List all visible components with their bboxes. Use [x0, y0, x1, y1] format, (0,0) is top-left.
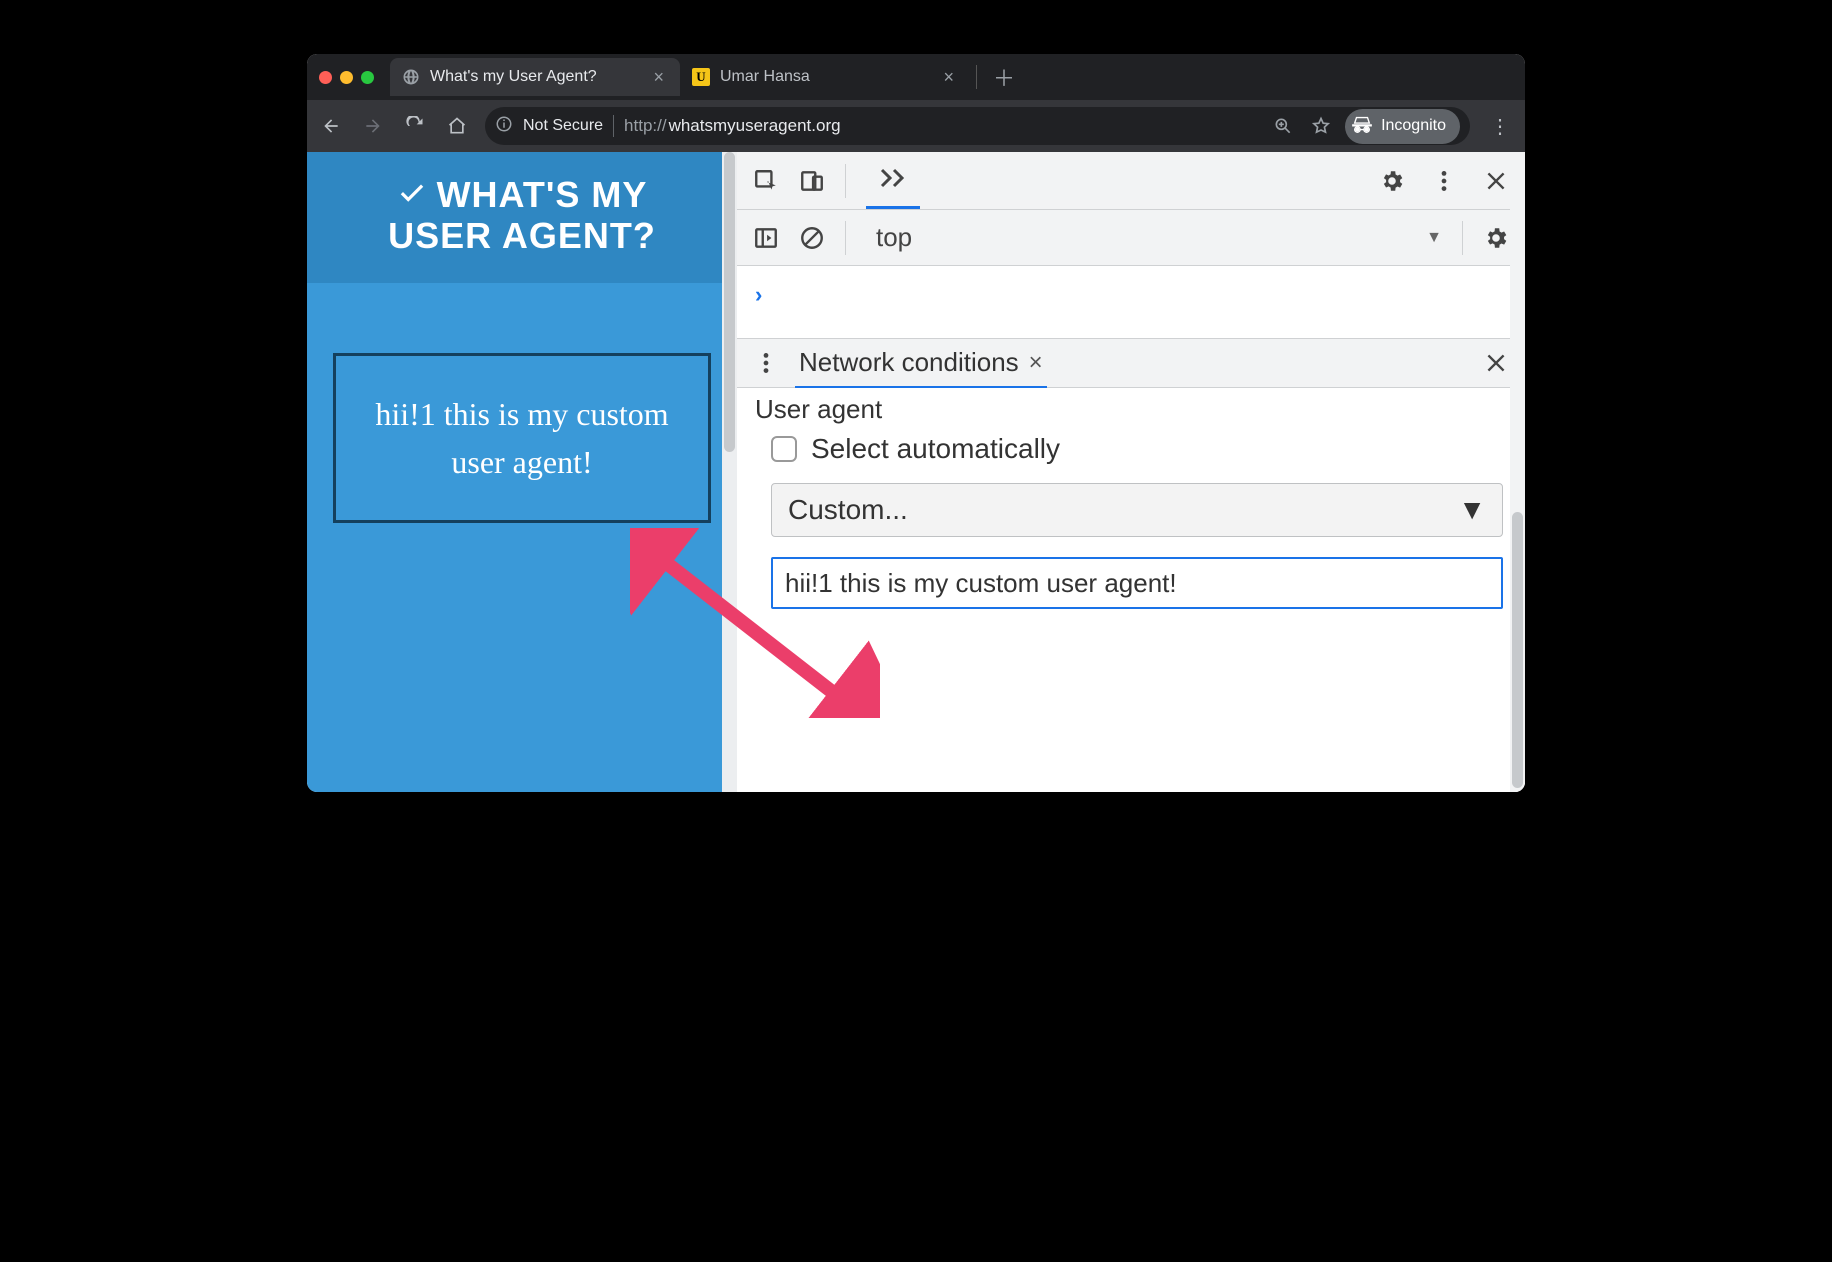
sidebar-toggle-icon[interactable] — [753, 225, 779, 251]
toolbar-separator — [845, 221, 846, 255]
scrollbar-thumb[interactable] — [724, 152, 735, 452]
select-automatically-row[interactable]: Select automatically — [751, 433, 1511, 465]
console-toolbar: top ▼ — [737, 210, 1525, 266]
reload-button[interactable] — [401, 112, 429, 140]
devtools-close-icon[interactable] — [1483, 168, 1509, 194]
toolbar-separator — [1462, 221, 1463, 255]
tab-whatsmyuseragent[interactable]: What's my User Agent? × — [390, 58, 680, 96]
window-zoom-button[interactable] — [361, 71, 374, 84]
url-protocol: http:// — [624, 116, 667, 136]
detected-user-agent-box: hii!1 this is my custom user agent! — [333, 353, 711, 523]
console-input-area[interactable]: › — [737, 266, 1525, 338]
drawer-tabbar: Network conditions × — [737, 338, 1525, 388]
select-automatically-checkbox[interactable] — [771, 436, 797, 462]
devtools-scrollbar[interactable] — [1510, 152, 1525, 792]
tab-close-button[interactable]: × — [649, 65, 668, 90]
site-info-icon[interactable] — [495, 115, 513, 138]
console-prompt-icon: › — [755, 282, 762, 308]
tab-close-button[interactable]: × — [939, 65, 958, 90]
clear-console-icon[interactable] — [799, 225, 825, 251]
url-display: http:// whatsmyuseragent.org — [624, 116, 841, 136]
browser-menu-button[interactable]: ⋮ — [1484, 114, 1515, 139]
favicon-u-icon: U — [692, 68, 710, 86]
drawer-tab-close-icon[interactable]: × — [1029, 349, 1043, 377]
drawer-tab-network-conditions[interactable]: Network conditions × — [795, 337, 1047, 389]
context-label: top — [876, 222, 912, 253]
url-host: whatsmyuseragent.org — [669, 116, 841, 136]
page-title-line2: USER AGENT? — [388, 215, 656, 256]
chevron-down-icon: ▼ — [1426, 229, 1442, 247]
content-area: WHAT'S MY USER AGENT? hii!1 this is my c… — [307, 152, 1525, 792]
user-agent-preset-select[interactable]: Custom... ▼ — [771, 483, 1503, 537]
device-toggle-icon[interactable] — [799, 168, 825, 194]
chevron-down-icon: ▼ — [1458, 494, 1486, 526]
section-title-user-agent: User agent — [755, 394, 1511, 425]
user-agent-input[interactable]: hii!1 this is my custom user agent! — [771, 557, 1503, 609]
security-status: Not Secure — [523, 117, 603, 135]
window-minimize-button[interactable] — [340, 71, 353, 84]
execution-context-selector[interactable]: top ▼ — [866, 222, 1442, 253]
tab-umarhansa[interactable]: U Umar Hansa × — [680, 58, 970, 96]
devtools-menu-icon[interactable] — [1425, 168, 1463, 194]
toolbar-separator — [845, 164, 846, 198]
browser-toolbar: Not Secure http:// whatsmyuseragent.org … — [307, 100, 1525, 152]
incognito-icon — [1351, 113, 1373, 140]
window-close-button[interactable] — [319, 71, 332, 84]
detected-user-agent-text: hii!1 this is my custom user agent! — [375, 396, 668, 480]
globe-icon — [402, 68, 420, 86]
devtools-panel: top ▼ › Network conditions × — [737, 152, 1525, 792]
bookmark-star-icon[interactable] — [1307, 112, 1335, 140]
user-agent-input-value: hii!1 this is my custom user agent! — [785, 568, 1177, 599]
scrollbar-thumb[interactable] — [1512, 512, 1523, 788]
tab-title: What's my User Agent? — [430, 68, 639, 86]
select-automatically-label: Select automatically — [811, 433, 1060, 465]
network-conditions-pane: User agent Select automatically Custom..… — [737, 388, 1525, 792]
new-tab-button[interactable]: ＋ — [983, 61, 1025, 93]
tab-strip: What's my User Agent? × U Umar Hansa × ＋ — [307, 54, 1525, 100]
more-panels-button[interactable] — [866, 152, 920, 209]
back-button[interactable] — [317, 112, 345, 140]
devtools-main-toolbar — [737, 152, 1525, 210]
inspect-element-icon[interactable] — [753, 168, 779, 194]
home-button[interactable] — [443, 112, 471, 140]
page-title-line1: WHAT'S MY — [437, 174, 648, 215]
drawer-menu-icon[interactable] — [753, 350, 779, 376]
tab-divider — [976, 65, 977, 89]
tab-title: Umar Hansa — [720, 68, 929, 86]
page-scrollbar[interactable] — [722, 152, 737, 792]
console-settings-gear-icon[interactable] — [1483, 225, 1509, 251]
incognito-badge: Incognito — [1345, 109, 1460, 144]
preset-value: Custom... — [788, 494, 908, 526]
zoom-icon[interactable] — [1269, 112, 1297, 140]
settings-gear-icon[interactable] — [1379, 168, 1405, 194]
window-controls — [319, 71, 390, 84]
incognito-label: Incognito — [1381, 117, 1446, 135]
page-header: WHAT'S MY USER AGENT? — [307, 152, 737, 283]
drawer-tab-label: Network conditions — [799, 347, 1019, 378]
rendered-page: WHAT'S MY USER AGENT? hii!1 this is my c… — [307, 152, 737, 792]
address-bar[interactable]: Not Secure http:// whatsmyuseragent.org … — [485, 107, 1470, 145]
check-icon — [397, 174, 427, 215]
drawer-close-icon[interactable] — [1483, 350, 1509, 376]
forward-button[interactable] — [359, 112, 387, 140]
omnibox-separator — [613, 115, 614, 137]
browser-window: What's my User Agent? × U Umar Hansa × ＋ — [307, 54, 1525, 792]
